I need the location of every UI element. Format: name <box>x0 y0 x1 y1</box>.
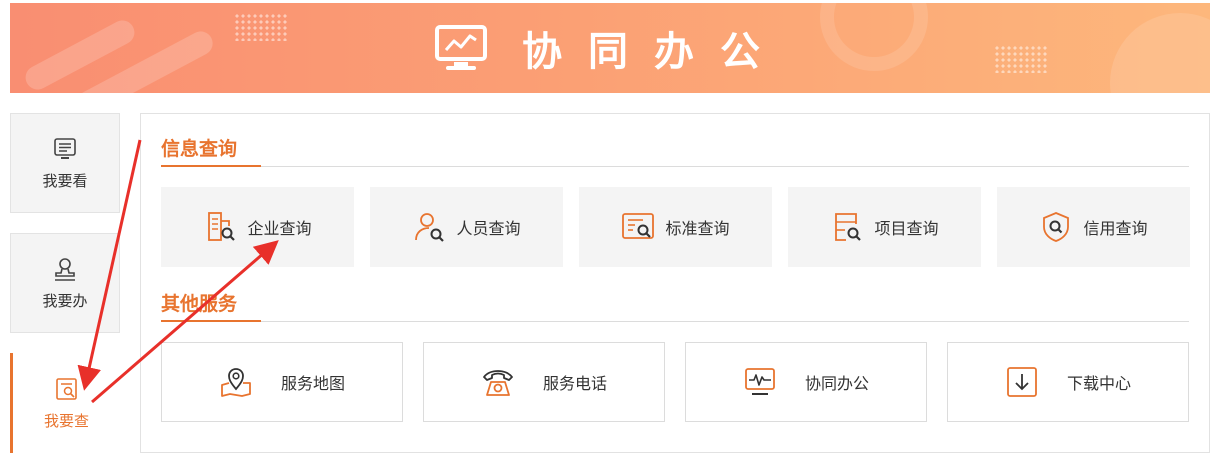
section-underline <box>161 320 261 322</box>
nav-label: 我要看 <box>42 171 88 190</box>
telephone-icon <box>483 370 513 396</box>
document-search-icon <box>622 213 655 239</box>
query-card-label: 标准查询 <box>665 219 730 238</box>
query-card-label: 项目查询 <box>874 219 939 238</box>
service-card-label: 服务地图 <box>280 374 345 393</box>
section-divider <box>161 166 1189 167</box>
query-card-personnel[interactable]: 人员查询 <box>370 187 563 267</box>
service-card-label: 协同办公 <box>804 374 869 393</box>
section-title-other-services: 其他服务 <box>161 293 238 315</box>
service-card-label: 服务电话 <box>542 374 607 393</box>
service-card-download[interactable]: 下载中心 <box>947 342 1189 422</box>
monitor-chart-icon <box>435 25 487 70</box>
search-doc-icon <box>55 377 77 400</box>
service-card-map[interactable]: 服务地图 <box>161 342 403 422</box>
query-card-credit[interactable]: 信用查询 <box>997 187 1190 267</box>
section-underline <box>161 165 261 167</box>
nav-label: 我要办 <box>42 291 88 310</box>
shield-search-icon <box>1043 212 1070 242</box>
main-panel: 信息查询 企业查询 人员查询 标准查询 项目查询 信用查询 其他服务 服务地图 … <box>140 113 1210 453</box>
nav-item-query[interactable]: 我要查 <box>10 353 120 453</box>
stamp-icon <box>55 257 75 281</box>
monitor-pulse-icon <box>745 368 775 395</box>
building-search-icon <box>208 212 236 241</box>
list-doc-icon <box>54 137 76 159</box>
list-search-icon <box>835 213 862 241</box>
section-divider <box>161 321 1189 322</box>
nav-item-view[interactable]: 我要看 <box>10 113 120 213</box>
nav-label: 我要查 <box>43 411 89 430</box>
query-card-label: 人员查询 <box>456 219 521 238</box>
download-icon <box>1007 367 1037 397</box>
person-search-icon <box>415 213 445 242</box>
header-banner: 协同办公 <box>10 3 1210 93</box>
page-title: 协同办公 <box>522 29 786 75</box>
query-card-project[interactable]: 项目查询 <box>788 187 981 267</box>
map-pin-icon <box>221 368 251 397</box>
service-card-phone[interactable]: 服务电话 <box>423 342 665 422</box>
service-card-collab[interactable]: 协同办公 <box>685 342 927 422</box>
query-card-label: 企业查询 <box>247 219 312 238</box>
nav-item-handle[interactable]: 我要办 <box>10 233 120 333</box>
section-title-info-query: 信息查询 <box>161 138 238 160</box>
query-card-enterprise[interactable]: 企业查询 <box>161 187 354 267</box>
service-card-label: 下载中心 <box>1066 374 1131 393</box>
query-card-label: 信用查询 <box>1083 219 1148 238</box>
query-card-standard[interactable]: 标准查询 <box>579 187 772 267</box>
